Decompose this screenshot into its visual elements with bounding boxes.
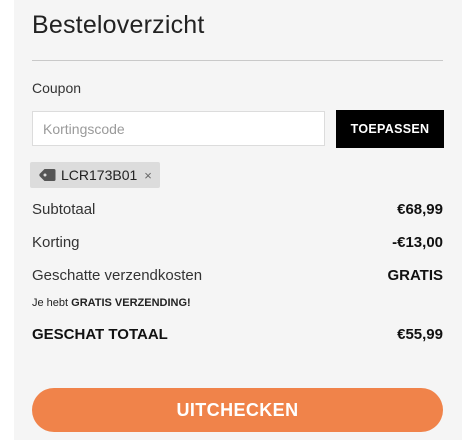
checkout-button[interactable]: UITCHECKEN: [32, 388, 443, 432]
discount-value: -€13,00: [392, 234, 443, 251]
tag-icon: [39, 168, 56, 182]
subtotal-label: Subtotaal: [32, 201, 96, 218]
total-value: €55,99: [397, 326, 443, 343]
subtotal-value: €68,99: [397, 201, 443, 218]
note-prefix: Je hebt: [32, 297, 72, 309]
discount-label: Korting: [32, 234, 80, 251]
discount-row: Korting -€13,00: [32, 234, 443, 251]
estimated-total-row: GESCHAT TOTAAL €55,99: [32, 326, 443, 343]
page-title: Besteloverzicht: [32, 11, 205, 39]
free-shipping-note: Je hebt GRATIS VERZENDING!: [32, 297, 191, 309]
order-summary-panel: Besteloverzicht Coupon TOEPASSEN LCR173B…: [14, 0, 462, 440]
close-icon[interactable]: ×: [144, 168, 152, 183]
total-label: GESCHAT TOTAAL: [32, 326, 168, 343]
applied-coupon-chip: LCR173B01 ×: [30, 162, 160, 188]
coupon-label: Coupon: [32, 80, 82, 96]
shipping-row: Geschatte verzendkosten GRATIS: [32, 267, 443, 284]
shipping-value: GRATIS: [387, 267, 443, 284]
coupon-code-input[interactable]: [32, 111, 325, 146]
note-emphasis: GRATIS VERZENDING!: [71, 297, 191, 309]
apply-coupon-button[interactable]: TOEPASSEN: [336, 110, 444, 148]
subtotal-row: Subtotaal €68,99: [32, 201, 443, 218]
divider: [32, 60, 443, 61]
applied-coupon-code: LCR173B01: [61, 167, 138, 183]
shipping-label: Geschatte verzendkosten: [32, 267, 203, 284]
